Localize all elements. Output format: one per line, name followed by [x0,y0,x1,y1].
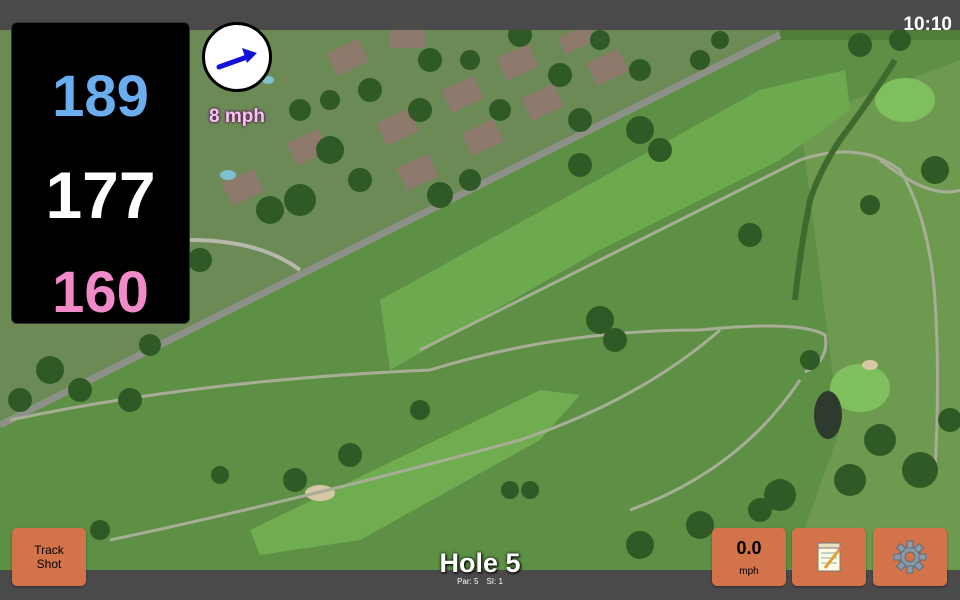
front-distance: 160 [52,260,149,325]
notepad-icon [817,542,843,572]
wind-arrow-icon [216,48,257,70]
wind-speed-label: 8 mph [209,106,265,127]
wind-speed-button[interactable]: 0.0 mph [712,528,786,586]
hole-info: Par: 5 SI: 1 [380,577,580,586]
distance-panel: 189 177 160 [11,22,190,325]
settings-button[interactable] [873,528,947,586]
notes-button[interactable] [792,528,866,586]
middle-distance: 177 [45,158,156,232]
gear-icon [893,540,927,574]
hole-stroke-index: SI: 1 [486,577,503,586]
back-distance: 189 [52,64,149,129]
wind-direction-dial [202,22,272,92]
wind-speed-value: 0.0 [736,538,762,558]
hole-par: Par: 5 [457,577,479,586]
wind-speed-unit: mph [739,566,759,577]
track-shot-label: Track Shot [34,543,64,571]
track-shot-button[interactable]: Track Shot [12,528,86,586]
hole-title: Hole 5 [439,548,521,578]
